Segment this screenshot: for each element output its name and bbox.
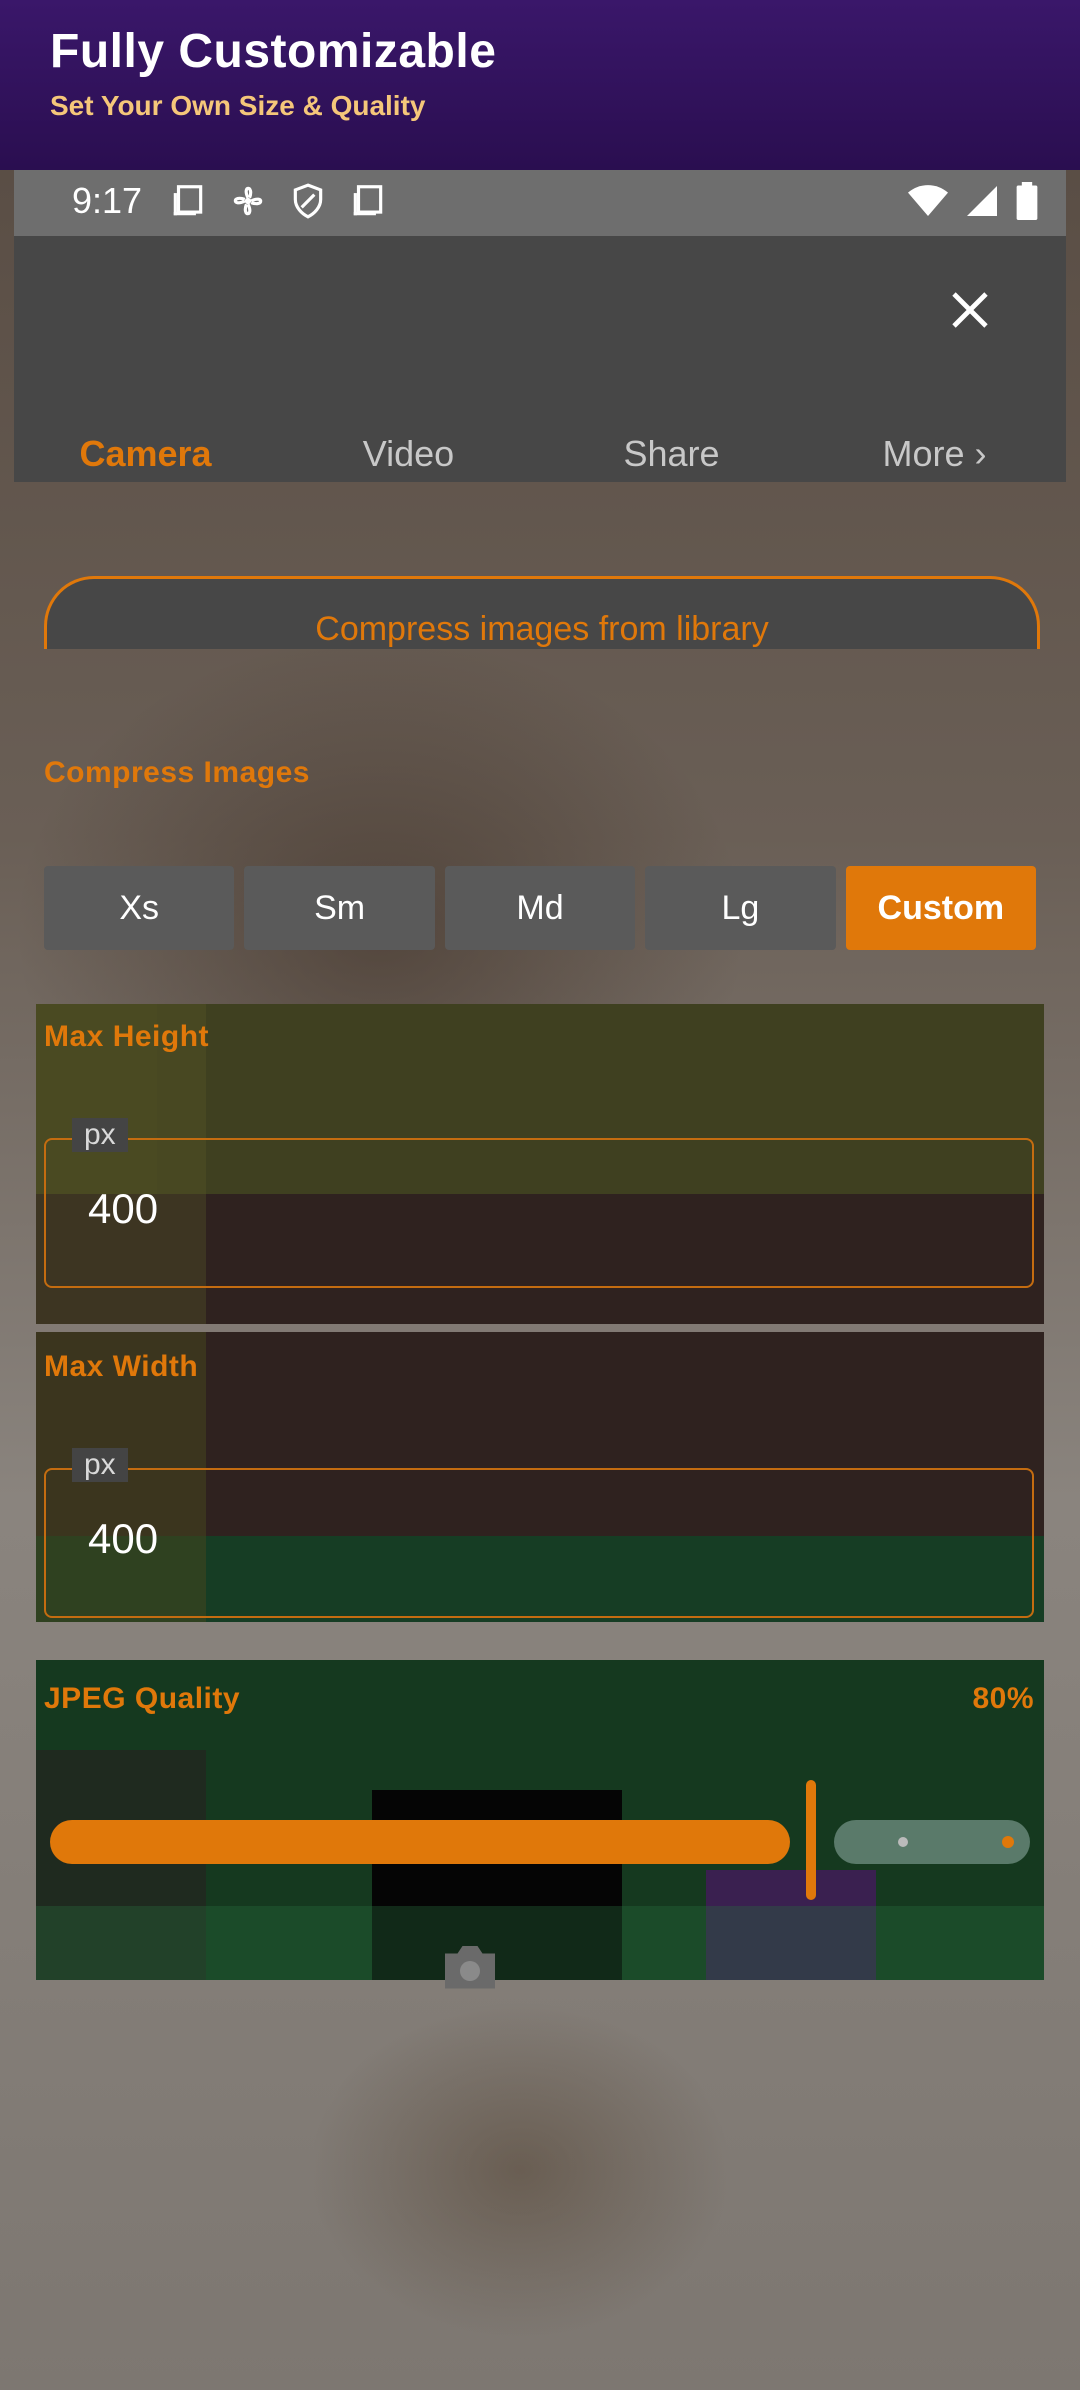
jpeg-quality-value: 80%: [972, 1682, 1034, 1715]
app-bar: Camera Video Share More ›: [14, 236, 1066, 482]
slider-end-indicator: [1002, 1836, 1014, 1848]
tab-video[interactable]: Video: [277, 426, 540, 482]
tab-more[interactable]: More ›: [803, 426, 1066, 482]
max-height-label: Max Height: [44, 1020, 210, 1053]
max-width-unit: px: [72, 1448, 128, 1482]
close-icon[interactable]: [946, 286, 994, 334]
jpeg-quality-slider[interactable]: [44, 1780, 1034, 1900]
size-preset-selector: Xs Sm Md Lg Custom: [44, 866, 1037, 950]
slider-active-track[interactable]: [50, 1820, 790, 1864]
size-sm-button[interactable]: Sm: [244, 866, 435, 950]
notification-icon: [349, 182, 387, 225]
max-height-unit: px: [72, 1118, 128, 1152]
battery-icon: [1016, 182, 1038, 225]
size-md-button[interactable]: Md: [444, 866, 636, 950]
size-custom-button[interactable]: Custom: [845, 866, 1037, 950]
max-width-input[interactable]: [86, 1514, 890, 1564]
slider-inactive-track[interactable]: [834, 1820, 1030, 1864]
promo-banner: Fully Customizable Set Your Own Size & Q…: [0, 0, 1080, 170]
max-height-input[interactable]: [86, 1184, 890, 1234]
max-width-field: px: [44, 1448, 1034, 1618]
jpeg-quality-label: JPEG Quality: [44, 1682, 241, 1715]
max-width-label: Max Width: [44, 1350, 199, 1383]
notification-icon: [169, 182, 207, 225]
compress-library-button[interactable]: Compress images from library: [44, 576, 1040, 649]
slider-stop-indicator: [898, 1837, 908, 1847]
size-xs-button[interactable]: Xs: [44, 866, 235, 950]
promo-subtitle: Set Your Own Size & Quality: [50, 90, 426, 121]
tab-camera[interactable]: Camera: [14, 426, 277, 482]
signal-icon: [964, 183, 1000, 224]
compress-images-label: Compress Images: [44, 756, 310, 789]
wifi-icon: [908, 183, 948, 224]
status-time: 9:17: [72, 180, 143, 221]
fan-icon: [229, 182, 267, 225]
size-lg-button[interactable]: Lg: [645, 866, 836, 950]
shield-icon: [289, 182, 327, 225]
tab-bar: Camera Video Share More ›: [14, 426, 1066, 482]
max-height-field: px: [44, 1118, 1034, 1288]
tab-share[interactable]: Share: [540, 426, 803, 482]
status-bar: 9:17: [14, 170, 1066, 236]
slider-thumb[interactable]: [806, 1780, 816, 1900]
camera-icon[interactable]: [440, 1940, 500, 1997]
promo-title: Fully Customizable: [50, 25, 497, 78]
